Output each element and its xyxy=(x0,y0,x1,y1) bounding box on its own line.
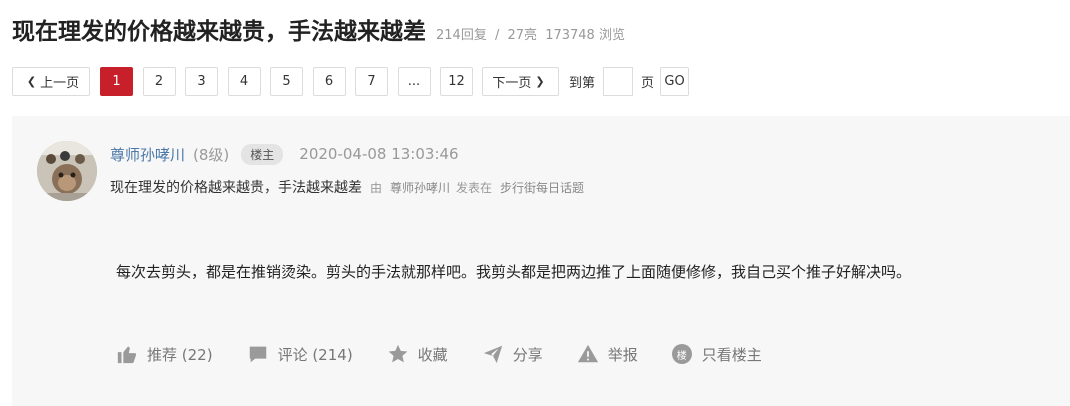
thread-header: 现在理发的价格越来越贵，手法越来越差 214回复 / 27亮 173748 浏览 xyxy=(12,12,629,45)
posted-by-user-link[interactable]: 尊师孙哮川 xyxy=(390,179,450,196)
chevron-right-icon: ❯ xyxy=(535,75,545,88)
posted-in-label: 发表在 xyxy=(456,180,493,195)
post-subtitle: 现在理发的价格越来越贵，手法越来越差 xyxy=(110,180,362,196)
warning-triangle-icon xyxy=(577,344,598,363)
comment-label: 评论 (214) xyxy=(277,345,353,364)
page-button-1[interactable]: 1 xyxy=(100,67,133,96)
page-button-6[interactable]: 6 xyxy=(312,67,346,96)
owner-circle-icon: 楼 xyxy=(671,344,692,364)
share-button[interactable]: 分享 xyxy=(482,343,543,365)
author-level: (8级) xyxy=(193,145,230,164)
thread-stats: 214回复 / 27亮 173748 浏览 xyxy=(436,24,629,43)
light-count: 27亮 xyxy=(507,28,538,43)
page-button-3[interactable]: 3 xyxy=(185,67,218,96)
jump-suffix-label: 页 xyxy=(641,76,655,91)
share-arrow-icon xyxy=(483,345,502,364)
page-button-2[interactable]: 2 xyxy=(142,67,176,96)
post-content: 每次去剪头，都是在推销烫染。剪头的手法就那样吧。我剪头都是把两边推了上面随便修修… xyxy=(116,263,912,281)
next-page-button[interactable]: 下一页 ❯ xyxy=(482,67,559,96)
comment-button[interactable]: 评论 (214) xyxy=(247,343,353,365)
page-button-5[interactable]: 5 xyxy=(270,67,303,96)
owner-badge: 楼主 xyxy=(241,143,284,165)
owner-only-label: 只看楼主 xyxy=(701,345,762,364)
go-button[interactable]: GO xyxy=(660,67,690,96)
by-label: 由 xyxy=(370,180,383,195)
share-label: 分享 xyxy=(512,345,543,364)
avatar-image xyxy=(37,141,97,201)
post-subheader: 现在理发的价格越来越贵，手法越来越差 由 尊师孙哮川 发表在 步行街每日话题 xyxy=(110,176,584,198)
favorite-button[interactable]: 收藏 xyxy=(387,343,448,365)
page-button-4[interactable]: 4 xyxy=(227,67,261,96)
recommend-button[interactable]: 推荐 (22) xyxy=(116,343,213,365)
reply-count: 214回复 xyxy=(436,28,487,43)
post-timestamp: 2020-04-08 13:03:46 xyxy=(299,145,459,163)
star-icon xyxy=(388,344,408,363)
author-name-link[interactable]: 尊师孙哮川 xyxy=(110,144,185,165)
next-page-label: 下一页 xyxy=(492,76,532,91)
page-jump-input[interactable] xyxy=(603,67,634,96)
page-button-7[interactable]: 7 xyxy=(355,67,388,96)
thread-title: 现在理发的价格越来越贵，手法越来越差 xyxy=(12,19,426,45)
page-ellipsis-button[interactable]: ... xyxy=(397,67,431,96)
page-button-12[interactable]: 12 xyxy=(440,67,473,96)
board-link[interactable]: 步行街每日话题 xyxy=(500,179,584,196)
thumbs-up-icon xyxy=(117,346,137,364)
author-row: 尊师孙哮川 (8级) 楼主 2020-04-08 13:03:46 xyxy=(110,142,459,166)
report-label: 举报 xyxy=(607,345,638,364)
view-count: 173748 浏览 xyxy=(545,28,625,43)
jump-prefix-label: 到第 xyxy=(569,76,596,91)
avatar[interactable] xyxy=(37,141,97,201)
favorite-label: 收藏 xyxy=(417,345,448,364)
prev-page-button[interactable]: ❮ 上一页 xyxy=(12,67,90,96)
comment-bubble-icon xyxy=(249,346,266,363)
prev-page-label: 上一页 xyxy=(40,76,80,91)
owner-only-button[interactable]: 楼 只看楼主 xyxy=(671,344,762,365)
stats-separator: / xyxy=(494,28,500,43)
report-button[interactable]: 举报 xyxy=(577,343,638,365)
post-actions: 推荐 (22) 评论 (214) 收藏 分享 举报 楼 只看楼主 xyxy=(116,341,796,367)
post-card: 尊师孙哮川 (8级) 楼主 2020-04-08 13:03:46 现在理发的价… xyxy=(12,116,1070,406)
pagination: ❮ 上一页 1 2 3 4 5 6 7 ... 12 下一页 ❯ 到第 页 GO xyxy=(12,67,690,96)
chevron-left-icon: ❮ xyxy=(26,75,37,88)
recommend-label: 推荐 (22) xyxy=(147,345,213,364)
